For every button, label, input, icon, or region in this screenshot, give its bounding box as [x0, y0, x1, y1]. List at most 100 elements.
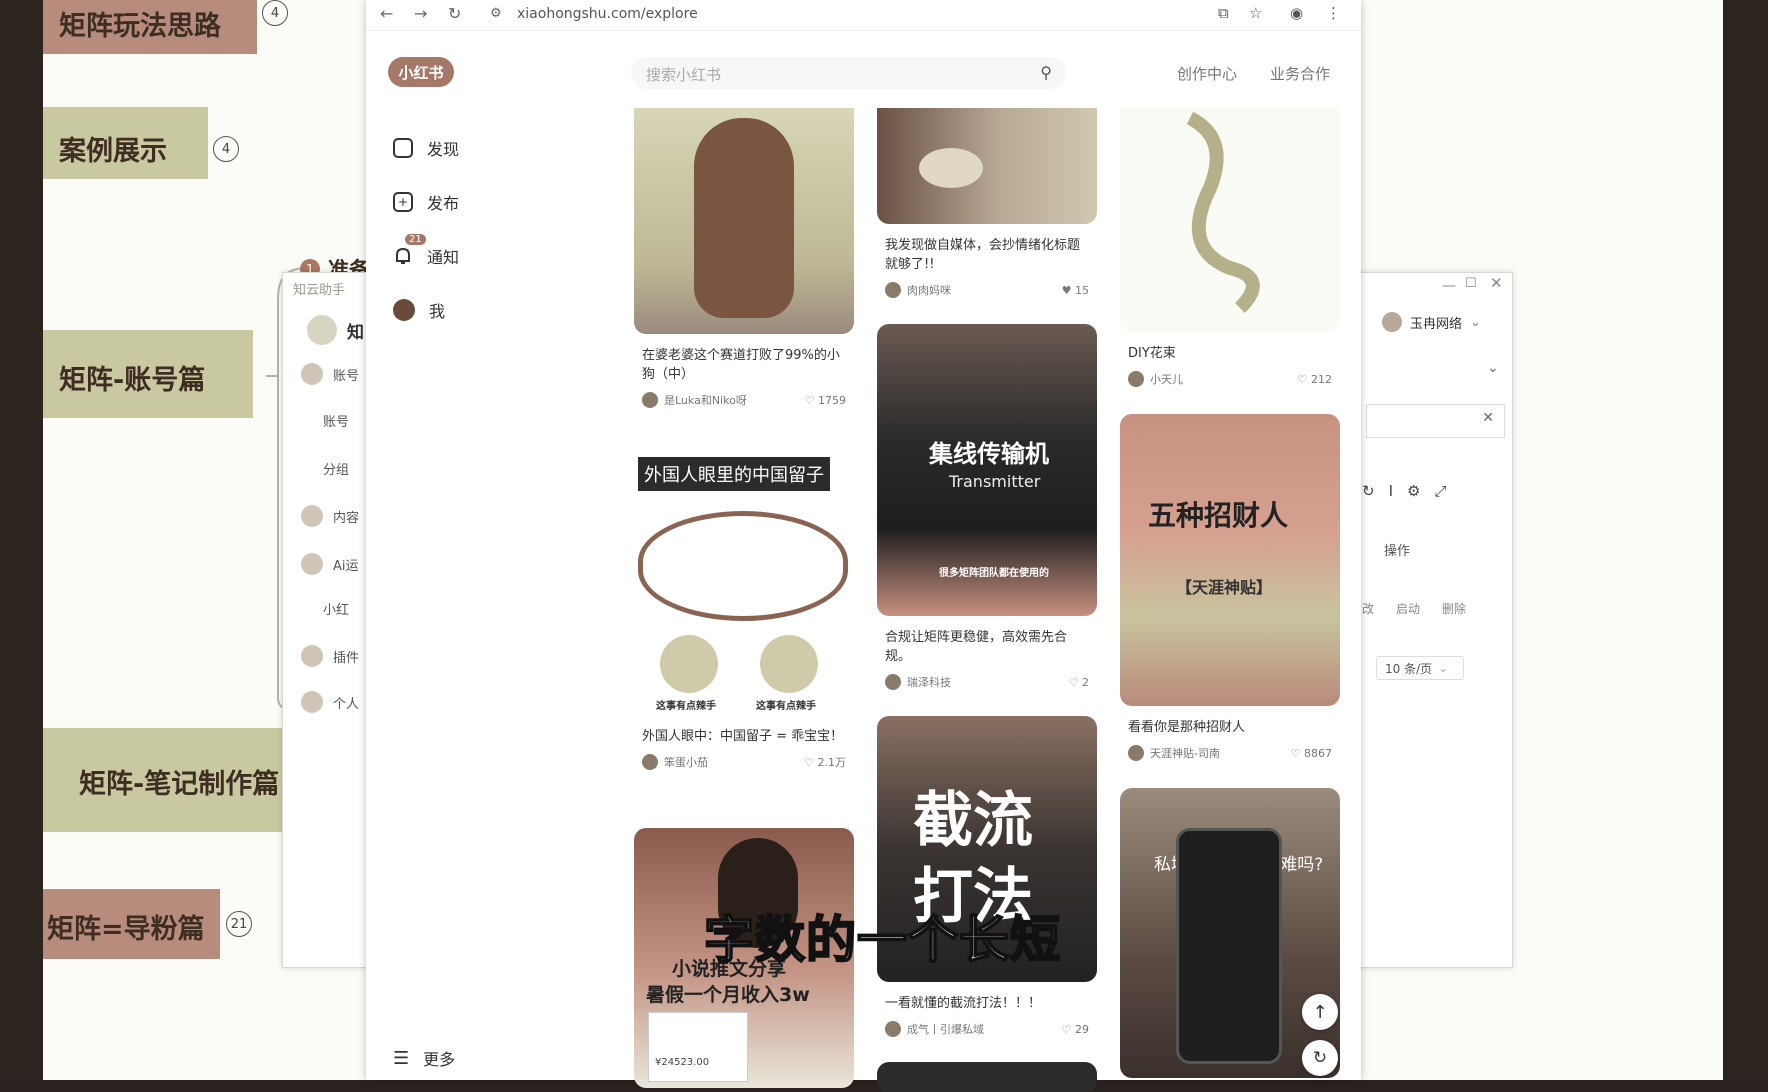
mindmap-badge[interactable]: 4	[213, 136, 239, 162]
zhiyun-nav-item[interactable]: 账号	[323, 411, 349, 430]
flower-graphic	[1186, 111, 1260, 313]
zhiyun-nav-item[interactable]: 内容	[301, 505, 359, 527]
xhs-logo[interactable]: 小红书	[388, 57, 454, 87]
zhiyun-nav-item[interactable]: 插件	[301, 645, 359, 667]
dog-figure	[694, 118, 794, 318]
emoji-face	[660, 635, 718, 693]
op-header: 操作	[1384, 544, 1411, 559]
business-link[interactable]: 业务合作	[1270, 63, 1330, 84]
like-count[interactable]: ♡ 2	[1069, 676, 1089, 689]
like-count[interactable]: ♡ 212	[1298, 373, 1332, 386]
mindmap-node[interactable]: 案例展示	[43, 107, 208, 179]
mindmap-badge[interactable]: 21	[226, 911, 252, 937]
search-icon[interactable]: ⚲	[1040, 63, 1052, 82]
clear-icon[interactable]: ✕	[1482, 410, 1494, 426]
start-button[interactable]: 启动	[1396, 600, 1420, 617]
toolbar-icons: ↻ Ⅰ ⚙ ⤢	[1362, 482, 1446, 500]
card-image: 集线传输机 Transmitter 很多矩阵团队都在使用的	[877, 324, 1097, 616]
zhiyun-nav-item[interactable]: 小红	[323, 599, 349, 618]
right-dark-border	[1723, 0, 1768, 1080]
zhiyun-right-pane: — ☐ ✕ 玉冉网络 ⌄ ⌄ ✕ ↻ Ⅰ ⚙ ⤢ 操作 改 启动 删除 10 条/页 ⌄	[1362, 272, 1511, 966]
creator-center-link[interactable]: 创作中心	[1177, 63, 1237, 84]
like-count[interactable]: ♡ 29	[1062, 1023, 1089, 1036]
refresh-icon[interactable]: ↻	[1362, 482, 1375, 500]
coffee-cup	[919, 148, 983, 188]
quote-bubble	[638, 511, 848, 621]
search-input[interactable]: 搜索小红书 ⚲	[631, 57, 1066, 89]
settings-icon	[301, 691, 323, 713]
content-icon	[301, 505, 323, 527]
minimize-icon[interactable]: —	[1442, 278, 1456, 294]
maximize-icon[interactable]: ☐	[1465, 276, 1477, 291]
address-bar: ← → ↻ ⚙ xiaohongshu.com/explore ⧉ ☆ ◉ ⋮	[366, 0, 1361, 31]
zhiyun-nav-item[interactable]: 分组	[323, 459, 349, 478]
zhiyun-title: 知云助手	[293, 283, 346, 298]
video-subtitle: 字数的一个长短	[703, 910, 1061, 970]
feed-card-peek	[877, 1062, 1097, 1092]
user-dropdown[interactable]: 玉冉网络 ⌄	[1382, 312, 1481, 332]
nav-discover[interactable]: 发现	[393, 136, 459, 160]
text-icon[interactable]: Ⅰ	[1389, 482, 1393, 500]
user-icon	[301, 363, 323, 385]
hamburger-icon: ☰	[393, 1047, 410, 1069]
card-image	[634, 108, 854, 334]
plugin-icon	[301, 645, 323, 667]
page-size-select[interactable]: 10 条/页 ⌄	[1376, 656, 1464, 680]
feed-card[interactable]: 私域99+ 有那么难吗?	[1120, 788, 1340, 1078]
plus-icon: +	[393, 192, 413, 212]
delete-button[interactable]: 删除	[1442, 600, 1466, 617]
card-image: 五种招财人 【天涯神贴】	[1120, 414, 1340, 706]
like-count[interactable]: ♡ 2.1万	[804, 754, 846, 770]
avatar	[642, 754, 658, 770]
zhiyun-nav-item[interactable]: 个人	[301, 691, 359, 713]
income-screenshot: ¥24523.00	[648, 1012, 748, 1082]
bookmark-star-icon[interactable]: ☆	[1249, 4, 1262, 22]
zhiyun-nav-item[interactable]: 账号	[301, 363, 359, 385]
left-dark-border	[0, 0, 43, 1080]
zhiyun-nav-item[interactable]: Ai运	[301, 553, 359, 575]
nav-publish[interactable]: + 发布	[393, 190, 459, 214]
profile-icon[interactable]: ◉	[1290, 4, 1303, 22]
forward-icon[interactable]: →	[414, 4, 427, 23]
menu-dots-icon[interactable]: ⋮	[1326, 4, 1341, 22]
nav-notify[interactable]: 21 通知	[393, 234, 459, 268]
mindmap-node[interactable]: 矩阵玩法思路	[43, 0, 257, 54]
refresh-button[interactable]: ↻	[1302, 1040, 1338, 1076]
feed-card[interactable]: 五种招财人 【天涯神贴】 看看你是那种招财人 天涯神贴-司南 ♡ 8867	[1120, 414, 1340, 761]
mindmap-badge[interactable]: 4	[262, 0, 288, 26]
arrow-up-icon: ↑	[1312, 1001, 1328, 1023]
url-input[interactable]: xiaohongshu.com/explore	[517, 6, 698, 22]
card-image	[1120, 108, 1340, 332]
card-image	[877, 108, 1097, 224]
feed-card[interactable]: DIY花束 小天儿 ♡ 212	[1120, 108, 1340, 387]
close-icon[interactable]: ✕	[1490, 274, 1503, 292]
fullscreen-icon[interactable]: ⤢	[1434, 482, 1446, 500]
back-to-top-button[interactable]: ↑	[1302, 994, 1338, 1030]
feed-card[interactable]: 截流 打法 一看就懂的截流打法！！！ 成气丨引爆私域 ♡ 29	[877, 716, 1097, 1037]
avatar	[885, 1021, 901, 1037]
feed-card[interactable]: 在婆老婆这个赛道打败了99%的小狗（中） 是Luka和Niko呀 ♡ 1759	[634, 108, 854, 408]
feed-card[interactable]: 外国人眼里的中国留子 这事有点辣手 这事有点辣手 外国人眼中：中国留子 = 乖宝…	[634, 453, 854, 770]
ai-icon	[301, 553, 323, 575]
mindmap-node[interactable]: 矩阵=导粉篇	[43, 889, 220, 959]
nav-more[interactable]: ☰ 更多	[393, 1046, 455, 1070]
mindmap-node[interactable]: 矩阵-账号篇	[43, 330, 253, 418]
back-icon[interactable]: ←	[380, 4, 393, 23]
feed-card[interactable]: 我发现做自媒体，会抄情绪化标题就够了!! 肉肉妈咪 ♥ 15	[877, 108, 1097, 298]
install-icon[interactable]: ⧉	[1218, 4, 1229, 22]
chevron-down-icon[interactable]: ⌄	[1487, 360, 1499, 376]
like-count[interactable]: ♡ 1759	[805, 394, 846, 407]
chevron-down-icon: ⌄	[1470, 314, 1481, 330]
input-field[interactable]: ✕	[1366, 404, 1505, 438]
like-count[interactable]: ♡ 8867	[1291, 747, 1332, 760]
site-info-icon[interactable]: ⚙	[490, 6, 502, 21]
reload-icon[interactable]: ↻	[448, 4, 461, 23]
like-count[interactable]: ♥ 15	[1062, 284, 1089, 297]
chevron-down-icon: ⌄	[1438, 661, 1449, 675]
nav-me[interactable]: 我	[393, 298, 445, 322]
feed-card[interactable]: 集线传输机 Transmitter 很多矩阵团队都在使用的 合规让矩阵更稳健，高…	[877, 324, 1097, 690]
row-actions: 改 启动 删除	[1362, 600, 1467, 617]
mindmap-node[interactable]: 矩阵-笔记制作篇	[43, 728, 283, 832]
gear-icon[interactable]: ⚙	[1407, 482, 1420, 500]
zhiyun-header: 知	[307, 315, 364, 345]
